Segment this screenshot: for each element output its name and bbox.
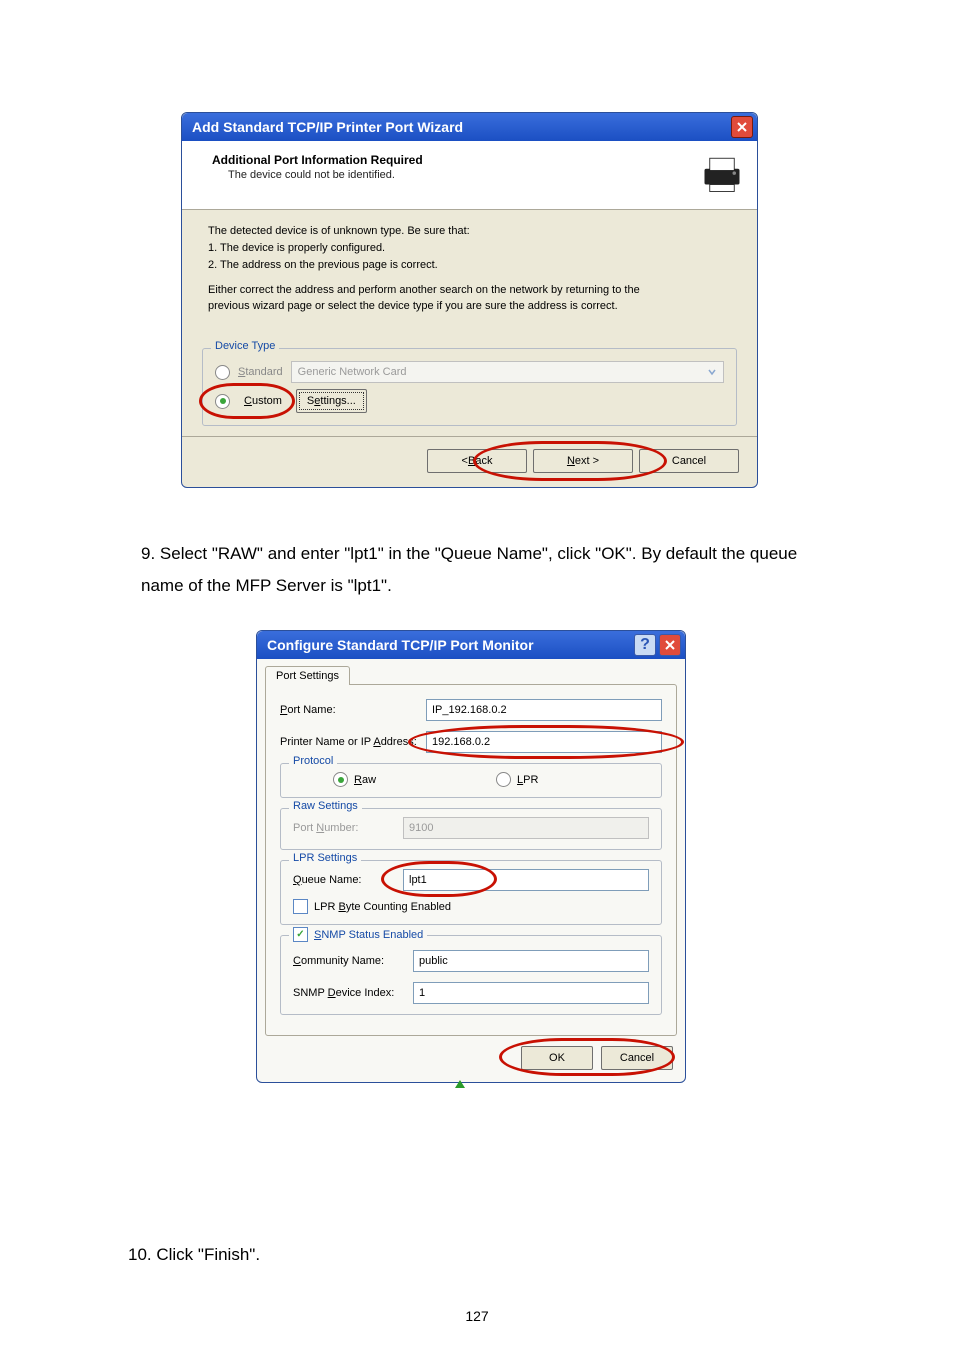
lpr-radio-label: LPR bbox=[517, 774, 538, 786]
wizard-footer: < Back Next > Cancel bbox=[182, 436, 757, 487]
close-icon[interactable] bbox=[659, 634, 681, 656]
port-name-input[interactable]: IP_192.168.0.2 bbox=[426, 699, 662, 721]
tab-port-settings[interactable]: Port Settings bbox=[265, 666, 350, 685]
cancel-button[interactable]: Cancel bbox=[639, 449, 739, 473]
group-legend: Raw Settings bbox=[289, 800, 362, 812]
wizard-dialog: Add Standard TCP/IP Printer Port Wizard … bbox=[181, 112, 758, 488]
settings-button[interactable]: Settings... bbox=[296, 389, 367, 413]
lpr-radio[interactable] bbox=[496, 772, 511, 787]
wizard-header: Additional Port Information Required The… bbox=[182, 141, 757, 210]
group-legend: LPR Settings bbox=[289, 852, 361, 864]
window-title: Configure Standard TCP/IP Port Monitor bbox=[267, 637, 534, 653]
help-icon[interactable]: ? bbox=[634, 634, 656, 656]
port-name-row: Port Name: IP_192.168.0.2 bbox=[280, 699, 662, 721]
raw-radio[interactable] bbox=[333, 772, 348, 787]
queue-name-label: Queue Name: bbox=[293, 874, 403, 886]
body-line: The detected device is of unknown type. … bbox=[208, 224, 731, 239]
header-subtitle: The device could not be identified. bbox=[212, 169, 423, 181]
community-name-input[interactable]: public bbox=[413, 950, 649, 972]
standard-radio-label: Standard bbox=[238, 366, 283, 378]
wizard-body: The detected device is of unknown type. … bbox=[182, 210, 757, 314]
custom-radio-label: Custom bbox=[244, 395, 282, 407]
snmp-index-label: SNMP Device Index: bbox=[293, 987, 413, 999]
lpr-settings-group: LPR Settings Queue Name: lpt1 LPR Byte C… bbox=[280, 860, 662, 925]
body-line: 2. The address on the previous page is c… bbox=[208, 258, 731, 273]
standard-radio-row: Standard Generic Network Card bbox=[215, 361, 724, 383]
printer-address-row: Printer Name or IP Address: 192.168.0.2 bbox=[280, 731, 662, 753]
snmp-label: SNMP Status Enabled bbox=[314, 929, 423, 941]
chevron-down-icon bbox=[704, 364, 720, 380]
queue-name-input[interactable]: lpt1 bbox=[403, 869, 649, 891]
port-name-label: Port Name: bbox=[280, 704, 426, 716]
group-legend: Protocol bbox=[289, 755, 337, 767]
body-line: 1. The device is properly configured. bbox=[208, 241, 731, 256]
header-title: Additional Port Information Required bbox=[212, 153, 423, 167]
device-type-combo: Generic Network Card bbox=[291, 361, 724, 383]
group-legend: Device Type bbox=[211, 340, 279, 352]
title-bar: Add Standard TCP/IP Printer Port Wizard bbox=[182, 113, 757, 141]
snmp-group: ✓ SNMP Status Enabled Community Name: pu… bbox=[280, 935, 662, 1015]
device-type-group: Device Type Standard Generic Network Car… bbox=[202, 348, 737, 426]
dialog-footer: OK Cancel bbox=[257, 1036, 685, 1082]
snmp-index-input[interactable]: 1 bbox=[413, 982, 649, 1004]
body-line: Either correct the address and perform a… bbox=[208, 283, 731, 298]
close-icon[interactable] bbox=[731, 116, 753, 138]
title-bar: Configure Standard TCP/IP Port Monitor ? bbox=[257, 631, 685, 659]
snmp-checkbox[interactable]: ✓ bbox=[293, 927, 308, 942]
ok-button[interactable]: OK bbox=[521, 1046, 593, 1070]
instruction-text: 9. Select "RAW" and enter "lpt1" in the … bbox=[141, 538, 821, 603]
page-number: 127 bbox=[0, 1308, 954, 1324]
tab-container: Port Settings Port Name: IP_192.168.0.2 … bbox=[265, 665, 677, 1036]
back-button[interactable]: < Back bbox=[427, 449, 527, 473]
body-line: previous wizard page or select the devic… bbox=[208, 299, 731, 314]
instruction-text: 10. Click "Finish". bbox=[128, 1239, 260, 1271]
lpr-byte-label: LPR Byte Counting Enabled bbox=[314, 901, 451, 913]
raw-settings-group: Raw Settings Port Number: 9100 bbox=[280, 808, 662, 850]
combo-text: Generic Network Card bbox=[298, 366, 407, 378]
standard-radio[interactable] bbox=[215, 365, 230, 380]
community-name-label: Community Name: bbox=[293, 955, 413, 967]
printer-address-input[interactable]: 192.168.0.2 bbox=[426, 731, 662, 753]
tab-body: Port Name: IP_192.168.0.2 Printer Name o… bbox=[265, 684, 677, 1036]
annotation-arrow bbox=[455, 1080, 465, 1088]
window-title: Add Standard TCP/IP Printer Port Wizard bbox=[192, 119, 463, 135]
protocol-group: Protocol Raw LPR bbox=[280, 763, 662, 798]
custom-radio[interactable] bbox=[215, 394, 230, 409]
printer-icon bbox=[701, 153, 743, 195]
printer-address-label: Printer Name or IP Address: bbox=[280, 736, 426, 748]
port-number-label: Port Number: bbox=[293, 822, 403, 834]
raw-radio-label: Raw bbox=[354, 774, 376, 786]
lpr-byte-checkbox[interactable] bbox=[293, 899, 308, 914]
port-monitor-dialog: Configure Standard TCP/IP Port Monitor ?… bbox=[256, 630, 686, 1083]
next-button[interactable]: Next > bbox=[533, 449, 633, 473]
cancel-button[interactable]: Cancel bbox=[601, 1046, 673, 1070]
port-number-input: 9100 bbox=[403, 817, 649, 839]
